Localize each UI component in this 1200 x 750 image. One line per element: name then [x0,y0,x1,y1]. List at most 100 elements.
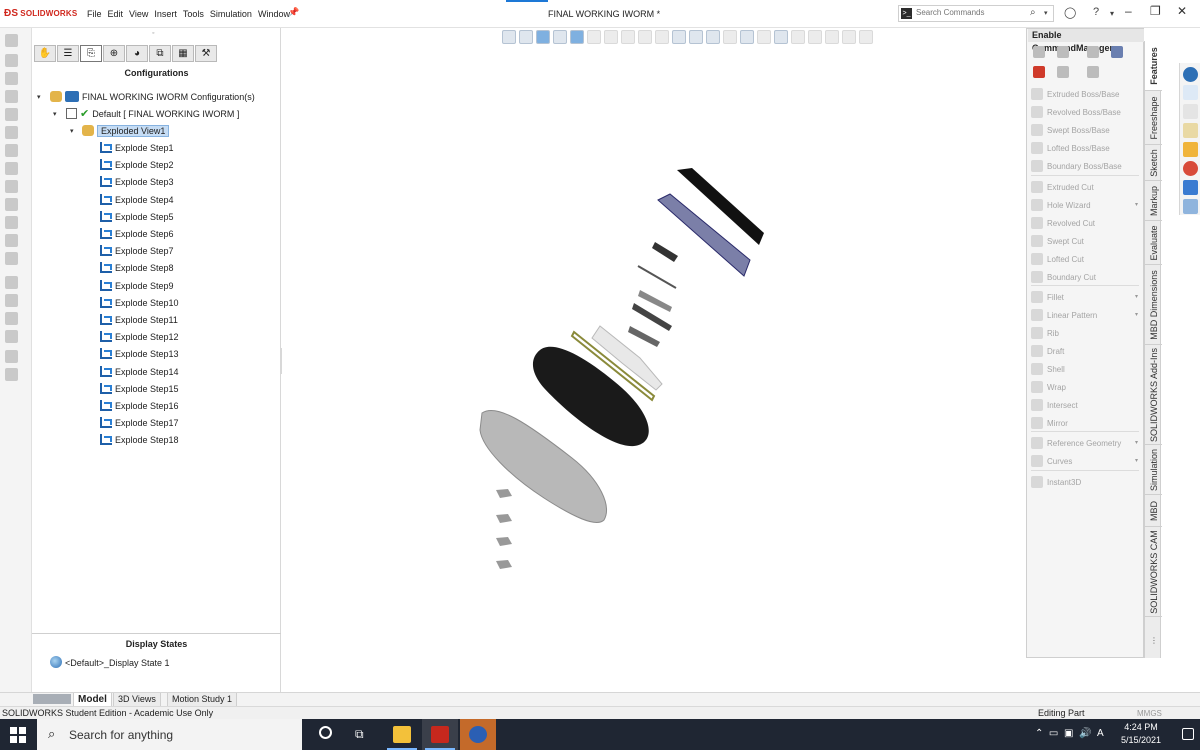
windows-start-icon[interactable] [10,727,26,743]
explode-step-item[interactable]: Explode Step18 [100,433,179,448]
undo-icon[interactable] [1087,66,1099,78]
tool-icon[interactable] [5,126,18,139]
tool-icon[interactable] [5,350,18,363]
notification-icon[interactable] [1182,728,1194,740]
menu-file[interactable]: File [87,9,102,19]
tab-solidworks-add-ins[interactable]: SOLIDWORKS Add-Ins [1145,345,1162,445]
minimize-button[interactable]: – [1125,4,1132,18]
more-tabs-icon[interactable]: ⋮ [1150,636,1158,645]
view-palette-icon[interactable] [1183,142,1198,157]
tab-mbd-dimensions[interactable]: MBD Dimensions [1145,265,1162,345]
tab-navigation-arrows[interactable] [33,694,71,704]
panel-handle-icon[interactable]: ◦ [152,30,154,37]
command-curves[interactable]: Curves ▾ [1031,453,1138,470]
tab-property-manager[interactable]: ☰ [57,45,79,62]
explode-step-item[interactable]: Explode Step1 [100,141,174,156]
chevron-down-icon[interactable]: ▾ [1135,197,1138,214]
chevron-down-icon[interactable]: ▾ [1135,307,1138,324]
tab-simulation[interactable]: Simulation [1145,445,1162,495]
menu-insert[interactable]: Insert [154,9,177,19]
model-front-cover[interactable] [479,409,607,524]
system-tray[interactable]: ⌃ ▭ ▣ 🔊 A [1035,728,1104,739]
tab-3d-views[interactable]: 3D Views [113,693,161,707]
file-explorer-icon[interactable] [1183,123,1198,138]
tree-root[interactable]: FINAL WORKING IWORM Configuration(s) [50,90,255,105]
file-explorer-app[interactable] [384,719,420,750]
tab-solidworks-cam[interactable]: SOLIDWORKS CAM [1145,527,1162,617]
taskbar-search[interactable]: ⌕ Search for anything [37,719,302,750]
explode-step-item[interactable]: Explode Step17 [100,416,179,431]
home-icon[interactable] [1183,85,1198,100]
chevron-down-icon[interactable]: ▾ [1135,289,1138,306]
app-button[interactable] [460,719,496,750]
tab-configuration-manager[interactable]: ⎘ [80,45,102,62]
command-swept-boss-base[interactable]: Swept Boss/Base [1031,122,1110,139]
explode-step-item[interactable]: Explode Step2 [100,158,174,173]
model-button[interactable] [496,489,512,498]
tab-motion-study[interactable]: Motion Study 1 [167,693,238,707]
collapse-icon[interactable]: ▾ [53,110,57,118]
user-icon[interactable]: ◯ [1064,6,1076,19]
appearances-icon[interactable] [1183,161,1198,176]
tab-cam-feature[interactable]: ⧉ [149,45,171,62]
command-reference-geometry[interactable]: Reference Geometry ▾ [1031,435,1138,452]
tab-cam-tools[interactable]: ⚒ [195,45,217,62]
tool-icon[interactable] [5,294,18,307]
command-mirror[interactable]: Mirror [1031,415,1068,432]
design-library-icon[interactable] [1183,104,1198,119]
model-component[interactable] [652,242,678,262]
taskbar-clock[interactable]: 4:24 PM 5/15/2021 [1106,721,1176,747]
command-draft[interactable]: Draft [1031,343,1064,360]
command-revolved-boss-base[interactable]: Revolved Boss/Base [1031,104,1121,121]
collapse-icon[interactable]: ▾ [37,93,41,101]
explode-step-item[interactable]: Explode Step12 [100,330,179,345]
command-lofted-cut[interactable]: Lofted Cut [1031,251,1084,268]
tool-icon[interactable] [5,216,18,229]
tab-sketch[interactable]: Sketch [1145,145,1162,181]
search-commands[interactable]: >_ ⌕ ▾ [898,5,1054,22]
tool-icon[interactable] [5,54,18,67]
tool-icon[interactable] [5,34,18,47]
command-swept-cut[interactable]: Swept Cut [1031,233,1084,250]
chevron-down-icon[interactable]: ▾ [1044,9,1048,17]
command-lofted-boss-base[interactable]: Lofted Boss/Base [1031,140,1110,157]
custom-properties-icon[interactable] [1183,180,1198,195]
tool-icon[interactable] [5,144,18,157]
options-gear-icon[interactable] [1057,66,1069,78]
menu-tools[interactable]: Tools [183,9,204,19]
tab-markup[interactable]: Markup [1145,181,1162,221]
command-extruded-boss-base[interactable]: Extruded Boss/Base [1031,86,1119,103]
solidworks-resources-icon[interactable] [1183,67,1198,82]
tab-freeshape[interactable]: Freeshape [1145,91,1162,145]
forum-icon[interactable] [1183,199,1198,214]
solidworks-logo[interactable]: ƉS SOLIDWORKS [4,8,77,19]
search-input[interactable] [916,8,1026,17]
open-icon[interactable] [1087,46,1099,58]
explode-step-item[interactable]: Explode Step6 [100,227,174,242]
explode-step-item[interactable]: Explode Step9 [100,279,174,294]
tool-icon[interactable] [5,330,18,343]
close-button[interactable]: ✕ [1177,4,1187,18]
menu-view[interactable]: View [129,9,148,19]
explode-step-item[interactable]: Explode Step8 [100,261,174,276]
tool-icon[interactable] [5,162,18,175]
command-rib[interactable]: Rib [1031,325,1059,342]
tab-feature-tree[interactable]: ✋ [34,45,56,62]
command-manager-title[interactable]: Enable CommandManager [1028,29,1144,53]
explode-step-item[interactable]: Explode Step10 [100,296,179,311]
menu-edit[interactable]: Edit [108,9,124,19]
command-extruded-cut[interactable]: Extruded Cut [1031,179,1094,196]
tool-icon[interactable] [5,252,18,265]
model-component[interactable] [637,265,677,289]
tab-features[interactable]: Features [1145,41,1162,91]
command-wrap[interactable]: Wrap [1031,379,1066,396]
model-button[interactable] [496,514,512,523]
help-dropdown-icon[interactable]: ▾ [1110,9,1114,18]
explode-step-item[interactable]: Explode Step4 [100,193,174,208]
solidworks-app[interactable] [422,719,458,750]
help-icon[interactable]: ? [1093,6,1099,18]
rebuild-icon[interactable] [1033,66,1045,78]
command-fillet[interactable]: Fillet ▾ [1031,289,1138,306]
tool-icon[interactable] [5,180,18,193]
command-hole-wizard[interactable]: Hole Wizard ▾ [1031,197,1138,214]
